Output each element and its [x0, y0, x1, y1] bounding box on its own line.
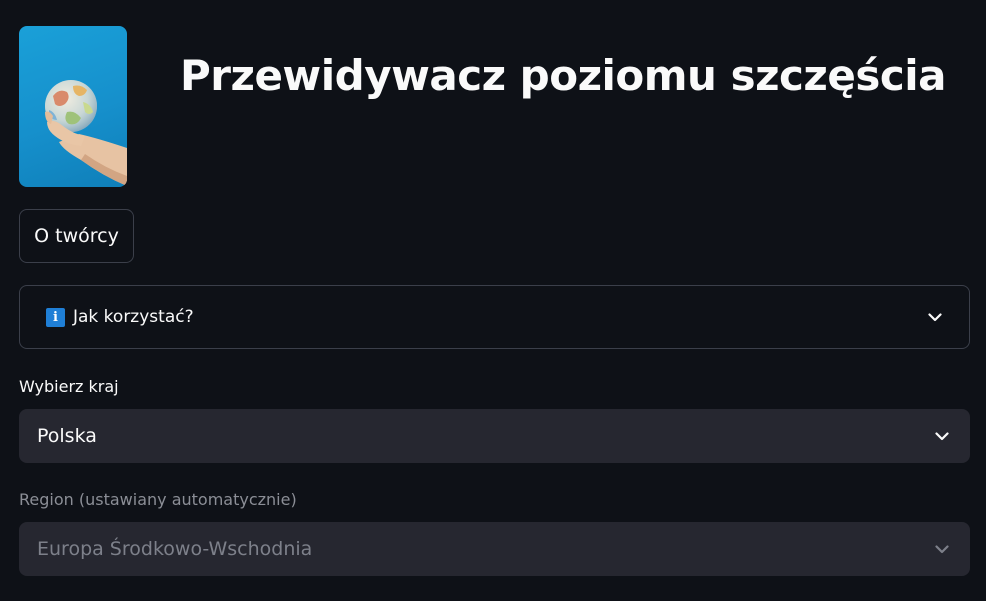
chevron-down-icon — [934, 541, 950, 557]
country-select[interactable]: Polska — [19, 409, 970, 463]
globe-hand-image — [19, 26, 127, 187]
app-page: Przewidywacz poziomu szczęścia O twórcy … — [0, 0, 986, 601]
chevron-down-icon — [927, 309, 943, 325]
page-title: Przewidywacz poziomu szczęścia — [180, 51, 946, 100]
expander-label: Jak korzystać? — [73, 307, 194, 327]
country-select-label: Wybierz kraj — [19, 377, 119, 396]
region-select: Europa Środkowo-Wschodnia — [19, 522, 970, 576]
how-to-use-expander[interactable]: i Jak korzystać? — [19, 285, 970, 349]
globe-illustration — [45, 80, 127, 186]
info-icon: i — [46, 307, 65, 327]
region-select-value: Europa Środkowo-Wschodnia — [37, 538, 313, 560]
about-author-button[interactable]: O twórcy — [19, 209, 134, 263]
region-select-label: Region (ustawiany automatycznie) — [19, 490, 297, 509]
country-select-value: Polska — [37, 425, 97, 447]
chevron-down-icon — [934, 428, 950, 444]
